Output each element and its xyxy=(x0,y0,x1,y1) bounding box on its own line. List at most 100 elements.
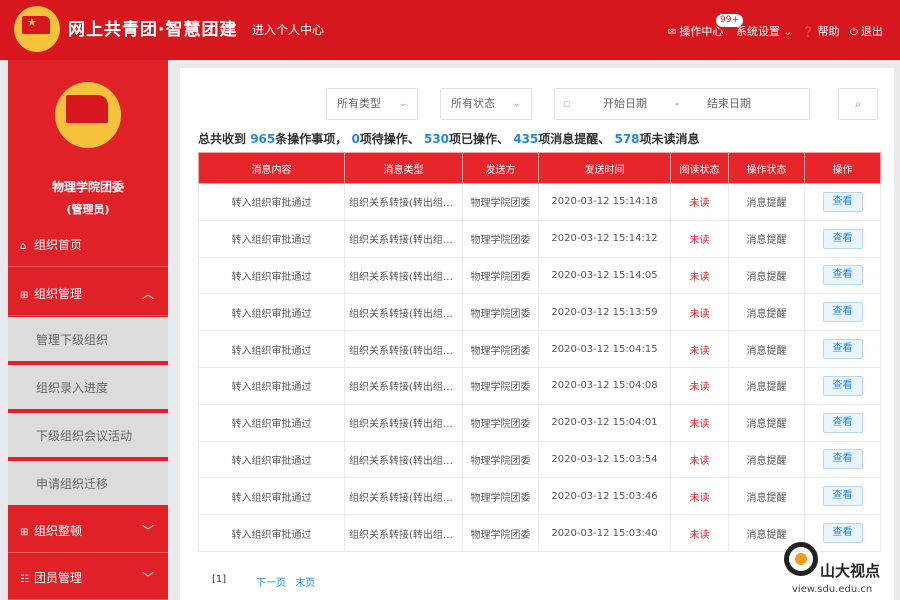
chevron-down-icon: ﹀ xyxy=(141,524,154,538)
pending-count: 0 xyxy=(351,132,360,146)
cell-sender: 物理学院团委 xyxy=(462,256,539,295)
start-date-input[interactable]: 开始日期 xyxy=(603,89,647,119)
cell-read-status: 未读 xyxy=(670,440,729,479)
cell-content: 转入组织审批通过 xyxy=(198,366,345,405)
operation-center-button[interactable]: ✉ 操作中心 xyxy=(668,23,723,39)
view-button[interactable]: 查看 xyxy=(822,375,863,396)
view-button[interactable]: 查看 xyxy=(822,302,863,323)
home-icon: ⌂ xyxy=(20,241,27,252)
cell-sender: 物理学院团委 xyxy=(462,403,539,442)
type-select[interactable]: 所有类型 ⌄ xyxy=(326,88,418,120)
question-circle-icon: ❓ xyxy=(802,27,815,38)
cell-time: 2020-03-12 15:04:08 xyxy=(538,366,671,405)
table-row: 转入组织审批通过 组织关系转接(转出组织... 物理学院团委 2020-03-1… xyxy=(198,219,881,258)
end-date-input[interactable]: 结束日期 xyxy=(707,89,751,119)
cell-op-status: 消息提醒 xyxy=(728,256,805,295)
pagination: [1] xyxy=(212,574,226,585)
cell-time: 2020-03-12 15:04:15 xyxy=(538,330,671,368)
sidebar-item-org-manage[interactable]: ⊞ 组织管理 ︿ xyxy=(8,272,168,316)
help-button[interactable]: ❓ 帮助 xyxy=(802,23,839,39)
table-row: 转入组织审批通过 组织关系转接(转出组织... 物理学院团委 2020-03-1… xyxy=(198,477,881,516)
page-current[interactable]: [1] xyxy=(212,574,226,585)
date-range-picker[interactable]: ▫ 开始日期 - 结束日期 xyxy=(554,88,810,120)
personal-center-link[interactable]: 进入个人中心 xyxy=(252,21,324,38)
status-select[interactable]: 所有状态 ⌄ xyxy=(440,88,532,120)
youth-league-emblem-icon: ★ xyxy=(14,6,60,52)
mail-icon: ✉ xyxy=(668,27,677,38)
cell-time: 2020-03-12 15:14:12 xyxy=(538,219,671,258)
table-row: 转入组织审批通过 组织关系转接(转出组织... 物理学院团委 2020-03-1… xyxy=(198,514,881,552)
table-row: 转入组织审批通过 组织关系转接(转出组织... 物理学院团委 2020-03-1… xyxy=(198,293,881,332)
members-icon: ☷ xyxy=(20,574,29,585)
summary-line: 总共收到 965条操作事项， 0项待操作、 530项已操作、 435项消息提醒、… xyxy=(198,132,700,146)
cell-type: 组织关系转接(转出组织... xyxy=(344,514,463,552)
sidebar-subitem-meetings[interactable]: 下级组织会议活动 xyxy=(8,413,168,459)
cell-op-status: 消息提醒 xyxy=(728,219,805,258)
cell-content: 转入组织审批通过 xyxy=(198,514,345,552)
view-button[interactable]: 查看 xyxy=(822,449,863,470)
next-page-link[interactable]: 下一页 xyxy=(256,578,286,589)
watermark: 山大视点 view.sdu.edu.cn xyxy=(780,540,900,600)
col-header-content: 消息内容 xyxy=(198,152,345,184)
org-tree-icon: ⊞ xyxy=(20,527,29,538)
sidebar-item-member-manage[interactable]: ☷ 团员管理 ﹀ xyxy=(8,556,168,600)
unread-count: 578 xyxy=(614,132,640,146)
total-count: 965 xyxy=(250,132,276,146)
sidebar: 物理学院团委 (管理员) ⌂ 组织首页 ⊞ 组织管理 ︿ 管理下级组织 组织录入进度… xyxy=(8,60,168,600)
view-button[interactable]: 查看 xyxy=(822,265,863,286)
cell-type: 组织关系转接(转出组织... xyxy=(344,330,463,368)
last-page-link[interactable]: 末页 xyxy=(295,578,315,589)
cell-content: 转入组织审批通过 xyxy=(198,256,345,295)
chevron-down-icon: ⌄ xyxy=(398,98,407,109)
view-button[interactable]: 查看 xyxy=(822,191,863,212)
main-panel: 所有类型 ⌄ 所有状态 ⌄ ▫ 开始日期 - 结束日期 ⌕ 总共收到 965条操… xyxy=(180,68,894,600)
watermark-url: view.sdu.edu.cn xyxy=(792,584,873,595)
table-row: 转入组织审批通过 组织关系转接(转出组织... 物理学院团委 2020-03-1… xyxy=(198,183,881,221)
cell-content: 转入组织审批通过 xyxy=(198,477,345,516)
cell-read-status: 未读 xyxy=(670,183,729,221)
cell-type: 组织关系转接(转出组织... xyxy=(344,293,463,332)
sidebar-subitem-org-migration[interactable]: 申请组织迁移 xyxy=(8,461,168,507)
org-tree-icon: ⊞ xyxy=(20,290,29,301)
view-button[interactable]: 查看 xyxy=(822,486,863,507)
cell-type: 组织关系转接(转出组织... xyxy=(344,477,463,516)
watermark-logo-icon xyxy=(784,542,818,576)
sidebar-subitem-entry-progress[interactable]: 组织录入进度 xyxy=(8,365,168,411)
search-button[interactable]: ⌕ xyxy=(838,88,878,120)
org-name: 物理学院团委 xyxy=(51,180,124,194)
cell-sender: 物理学院团委 xyxy=(462,440,539,479)
calendar-icon: ▫ xyxy=(563,97,571,110)
cell-time: 2020-03-12 15:03:46 xyxy=(538,477,671,516)
cell-sender: 物理学院团委 xyxy=(462,293,539,332)
chevron-up-icon: ︿ xyxy=(141,287,154,301)
view-button[interactable]: 查看 xyxy=(822,228,863,249)
sidebar-item-home[interactable]: ⌂ 组织首页 xyxy=(8,223,168,267)
cell-time: 2020-03-12 15:04:01 xyxy=(538,403,671,442)
view-button[interactable]: 查看 xyxy=(822,412,863,433)
cell-type: 组织关系转接(转出组织... xyxy=(344,440,463,479)
cell-op-status: 消息提醒 xyxy=(728,330,805,368)
cell-read-status: 未读 xyxy=(670,256,729,295)
col-header-action: 操作 xyxy=(804,152,881,184)
cell-type: 组织关系转接(转出组织... xyxy=(344,366,463,405)
cell-type: 组织关系转接(转出组织... xyxy=(344,183,463,221)
cell-type: 组织关系转接(转出组织... xyxy=(344,256,463,295)
table-header-row: 消息内容 消息类型 发送方 发送时间 阅读状态 操作状态 操作 xyxy=(198,152,881,184)
view-button[interactable]: 查看 xyxy=(822,339,863,360)
table-row: 转入组织审批通过 组织关系转接(转出组织... 物理学院团委 2020-03-1… xyxy=(198,366,881,405)
cell-read-status: 未读 xyxy=(670,477,729,516)
cell-content: 转入组织审批通过 xyxy=(198,293,345,332)
col-header-op-status: 操作状态 xyxy=(728,152,805,184)
cell-sender: 物理学院团委 xyxy=(462,366,539,405)
cell-time: 2020-03-12 15:14:05 xyxy=(538,256,671,295)
cell-read-status: 未读 xyxy=(670,366,729,405)
table-row: 转入组织审批通过 组织关系转接(转出组织... 物理学院团委 2020-03-1… xyxy=(198,330,881,368)
sidebar-item-org-rectify[interactable]: ⊞ 组织整顿 ﹀ xyxy=(8,509,168,553)
system-settings-menu[interactable]: 系统设置 ⌄ xyxy=(736,23,795,39)
cell-content: 转入组织审批通过 xyxy=(198,330,345,368)
sidebar-subitem-manage-sub-orgs[interactable]: 管理下级组织 xyxy=(8,317,168,363)
logout-button[interactable]: ⏻ 退出 xyxy=(850,23,883,39)
date-separator: - xyxy=(675,97,679,110)
table-row: 转入组织审批通过 组织关系转接(转出组织... 物理学院团委 2020-03-1… xyxy=(198,403,881,442)
cell-sender: 物理学院团委 xyxy=(462,183,539,221)
